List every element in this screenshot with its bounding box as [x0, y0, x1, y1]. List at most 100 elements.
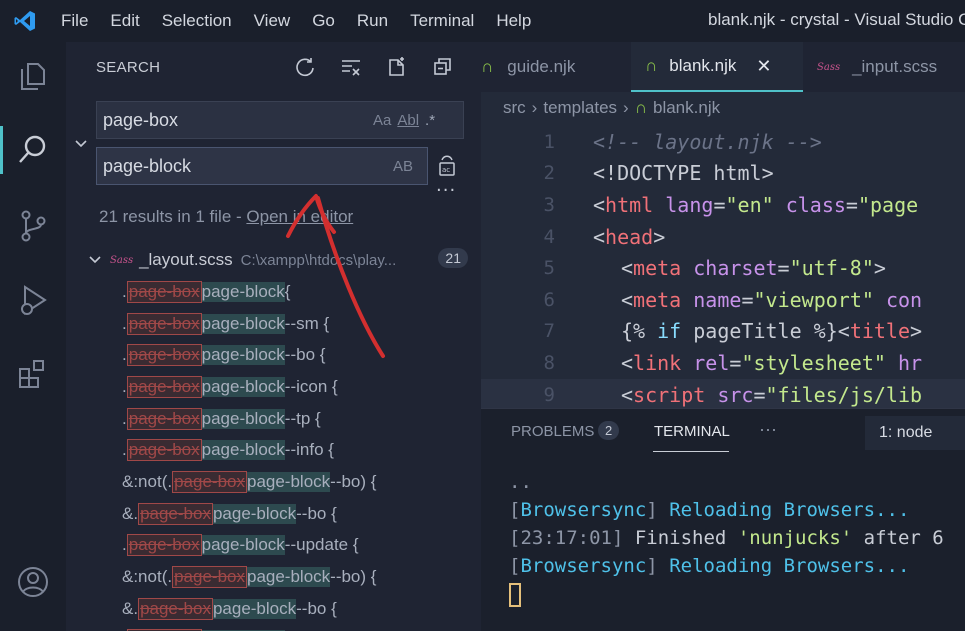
nunjucks-file-icon: ∩ [481, 57, 494, 76]
nunjucks-file-icon: ∩ [634, 98, 647, 117]
breadcrumb-item[interactable]: blank.njk [653, 98, 720, 118]
code-line: 3 <html lang="en" class="page [481, 189, 965, 221]
code-line: 7 {% if pageTitle %}<title> [481, 316, 965, 348]
breadcrumb-item[interactable]: templates [543, 98, 617, 118]
code-token: script [633, 382, 706, 407]
line-source: <!DOCTYPE html> [593, 161, 774, 185]
terminal-line: [Browsersync] Reloading Browsers... [509, 499, 944, 527]
terminal-token: [ [509, 555, 521, 577]
code-token: "utf-8" [789, 256, 874, 281]
panel-more-icon[interactable]: ··· [759, 419, 777, 440]
tab-terminal[interactable]: TERMINAL [654, 423, 730, 440]
line-number: 4 [543, 225, 555, 248]
line-number: 1 [543, 130, 555, 153]
code-token: "stylesheet" [741, 350, 886, 375]
chevron-right-icon: › [623, 98, 629, 117]
code-token: con [873, 287, 923, 312]
code-line: 1 <!-- layout.njk --> [481, 126, 965, 158]
code-token: < [837, 319, 850, 344]
line-source: <!-- layout.njk --> [593, 130, 822, 154]
code-token: = [845, 192, 858, 217]
tab-label: guide.njk [507, 57, 576, 76]
chevron-right-icon: › [531, 98, 538, 117]
code-token: name [681, 287, 742, 312]
line-source: <head> [593, 225, 665, 249]
terminal-select[interactable]: 1: node [865, 416, 965, 450]
terminal-token: ] [646, 555, 670, 577]
editor-tabs: ∩ guide.njk ∩ blank.njk ✕ Sass _input.sc… [481, 42, 965, 92]
tab-guide[interactable]: ∩ guide.njk [481, 42, 631, 92]
line-number: 5 [543, 257, 555, 280]
nunjucks-file-icon: ∩ [645, 56, 658, 75]
code-line: 6 <meta name="viewport" con [481, 284, 965, 316]
terminal-token: [ [509, 499, 521, 521]
terminal-token: Browsersync [520, 499, 647, 521]
terminal-token: Browsersync [520, 555, 647, 577]
code-token: "files/js/lib [765, 382, 923, 407]
terminal-token: 23:17:01 [520, 527, 612, 549]
editor-area: ∩ guide.njk ∩ blank.njk ✕ Sass _input.sc… [481, 42, 965, 408]
code-line: 9 <script src="files/js/lib [481, 378, 965, 408]
code-token: title [849, 319, 911, 344]
code-token: src [705, 382, 754, 407]
code-token: "page [857, 192, 919, 217]
code-token: < [621, 287, 634, 312]
code-token: link [633, 350, 682, 375]
line-source: <script src="files/js/lib [621, 383, 922, 407]
terminal-line: [23:17:01] Finished 'nunjucks' after 6 [509, 527, 944, 555]
terminal-cursor [509, 583, 521, 607]
terminal-output[interactable]: .. [Browsersync] Reloading Browsers... [23… [509, 471, 944, 611]
code-token: = [713, 192, 726, 217]
close-icon[interactable]: ✕ [756, 56, 771, 77]
line-number: 8 [543, 351, 555, 374]
code-token: = [777, 256, 790, 281]
problems-count-badge: 2 [598, 421, 620, 440]
code-token: head [605, 224, 654, 249]
terminal-line: [Browsersync] Reloading Browsers... [509, 555, 944, 583]
code-token: = [729, 350, 742, 375]
code-token: lang [653, 192, 714, 217]
code-token: < [621, 382, 634, 407]
breadcrumb-item[interactable]: src [503, 98, 526, 118]
code-token: "viewport" [753, 287, 874, 312]
code-token: class [773, 192, 846, 217]
tab-blank[interactable]: ∩ blank.njk ✕ [631, 42, 803, 92]
code-token: meta [633, 287, 682, 312]
active-tab-indicator [653, 451, 729, 452]
code-lines[interactable]: 1 <!-- layout.njk --> 2 <!DOCTYPE html> 3 <ht… [481, 126, 965, 408]
code-token: < [593, 192, 606, 217]
code-token: > [873, 256, 886, 281]
line-number: 6 [543, 288, 555, 311]
tab-problems[interactable]: PROBLEMS [511, 423, 594, 440]
terminal-token: Reloading Browsers... [669, 499, 910, 521]
terminal-token: after 6 [852, 527, 944, 549]
sass-file-icon: Sass [817, 61, 841, 73]
code-line: 8 <link rel="stylesheet" hr [481, 347, 965, 379]
code-token: = [741, 287, 754, 312]
line-number: 7 [543, 320, 555, 343]
code-token: <!DOCTYPE html> [593, 161, 774, 186]
terminal-line: .. [509, 471, 944, 499]
code-line: 4 <head> [481, 221, 965, 253]
code-line: 2 <!DOCTYPE html> [481, 158, 965, 190]
code-token: meta [633, 256, 682, 281]
code-token: rel [681, 350, 730, 375]
terminal-token: ] [611, 527, 635, 549]
line-number: 3 [543, 193, 555, 216]
code-token: < [593, 224, 606, 249]
code-token: html [605, 192, 654, 217]
tab-label: _input.scss [852, 57, 938, 76]
terminal-token: [ [509, 527, 521, 549]
tab-input-scss[interactable]: Sass _input.scss [803, 42, 965, 92]
code-token: hr [885, 350, 923, 375]
terminal-token: ] [646, 499, 670, 521]
tab-label: blank.njk [669, 56, 737, 75]
code-token: < [621, 256, 634, 281]
bottom-panel: PROBLEMS 2 TERMINAL ··· 1: node .. [Brows… [481, 408, 965, 631]
code-token: charset [681, 256, 778, 281]
code-token: = [753, 382, 766, 407]
code-token: if [657, 319, 682, 344]
line-number: 2 [543, 162, 555, 185]
breadcrumb: src › templates › ∩ blank.njk [503, 98, 720, 118]
code-token: <!-- layout.njk --> [593, 129, 822, 154]
